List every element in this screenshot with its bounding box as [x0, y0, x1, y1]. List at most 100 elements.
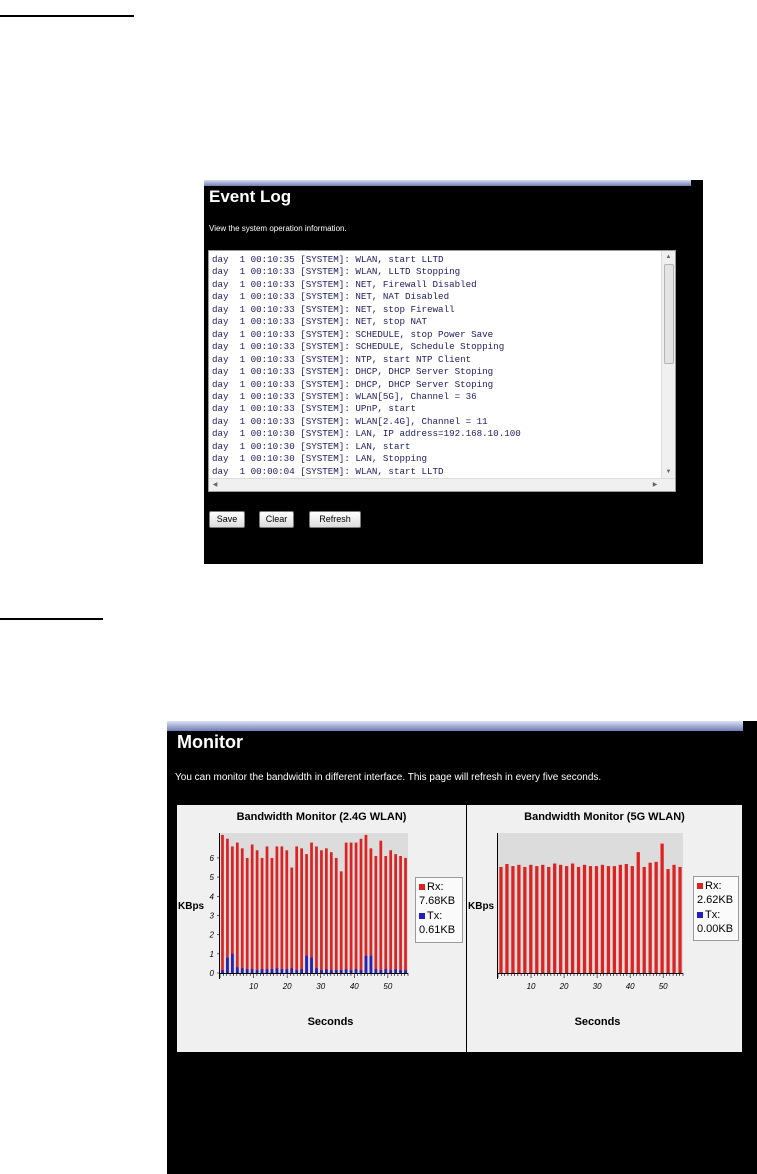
- tx-bar: [325, 969, 328, 973]
- tx-bar: [305, 955, 308, 973]
- rx-bar: [666, 869, 670, 973]
- rx-bar: [320, 850, 323, 973]
- rx-bar: [588, 866, 593, 973]
- section-underline-middle: [0, 618, 103, 620]
- rx-bar: [374, 856, 378, 973]
- vertical-scrollbar[interactable]: ▲ ▼: [661, 251, 675, 478]
- tx-bar: [349, 970, 353, 973]
- scroll-thumb[interactable]: [664, 264, 674, 364]
- page-title: Event Log: [209, 187, 292, 206]
- rx-bar: [541, 864, 545, 973]
- x-tick-label: 10: [249, 982, 258, 991]
- save-button[interactable]: Save: [209, 511, 245, 528]
- rx-bar: [660, 843, 664, 973]
- rx-bar: [344, 842, 348, 973]
- tx-swatch: [697, 912, 703, 919]
- tx-bar: [231, 953, 234, 973]
- y-tick-label: 1: [210, 950, 214, 959]
- y-axis-label: KBps: [178, 901, 205, 912]
- rx-bar: [349, 842, 353, 973]
- clear-button[interactable]: Clear: [259, 511, 294, 528]
- tx-bar: [399, 970, 402, 973]
- event-log-textarea[interactable]: day 1 00:10:35 [SYSTEM]: WLAN, start LLT…: [208, 250, 676, 492]
- rx-bar: [285, 850, 289, 973]
- tx-bar: [290, 968, 294, 973]
- rx-swatch: [697, 883, 703, 890]
- rx-bar: [240, 848, 244, 973]
- scroll-right-icon[interactable]: ▶: [649, 479, 661, 491]
- tx-bar: [389, 970, 393, 973]
- page-description: View the system operation information.: [209, 224, 347, 233]
- scroll-left-icon[interactable]: ◀: [209, 479, 221, 491]
- rx-bar: [359, 838, 363, 973]
- chart-legend: Rx: 2.62KB Tx: 0.00KB: [693, 876, 739, 941]
- tx-bar: [240, 968, 244, 973]
- rx-bar: [384, 856, 388, 973]
- rx-bar: [523, 866, 527, 973]
- panel-header-bar: [167, 721, 743, 731]
- scroll-up-icon[interactable]: ▲: [662, 251, 675, 263]
- rx-bar: [404, 857, 407, 973]
- x-tick-label: 10: [527, 982, 536, 991]
- tx-bar: [265, 969, 269, 973]
- tx-bar: [260, 969, 264, 973]
- rx-bar: [334, 857, 338, 973]
- rx-bar: [505, 863, 509, 973]
- legend-tx-value: 0.00KB: [697, 923, 734, 935]
- x-axis-label: Seconds: [307, 1016, 354, 1028]
- legend-rx-value: 7.68KB: [419, 895, 456, 907]
- rx-bar: [235, 842, 239, 973]
- tx-bar: [379, 970, 383, 973]
- x-tick-label: 20: [282, 982, 292, 991]
- page-title: Monitor: [177, 732, 243, 752]
- rx-bar: [394, 854, 397, 973]
- y-axis-label: KBps: [468, 901, 495, 912]
- log-lines: day 1 00:10:35 [SYSTEM]: WLAN, start LLT…: [212, 254, 521, 477]
- rx-bar: [369, 848, 373, 973]
- rx-bar: [582, 864, 587, 973]
- tx-bar: [235, 967, 239, 973]
- tx-bar: [226, 957, 229, 973]
- rx-bar: [270, 857, 274, 973]
- legend-tx-label: Tx:: [427, 910, 443, 922]
- rx-bar: [354, 842, 358, 973]
- horizontal-scrollbar[interactable]: ◀ ▶: [209, 478, 675, 491]
- rx-bar: [300, 848, 303, 973]
- rx-bar: [636, 852, 640, 973]
- rx-bar: [255, 850, 259, 973]
- tx-bar: [300, 969, 303, 973]
- y-tick-label: 5: [210, 873, 215, 882]
- tx-bar: [354, 969, 358, 973]
- rx-bar: [630, 866, 634, 973]
- tx-bar: [339, 970, 343, 973]
- rx-bar: [654, 861, 658, 973]
- scroll-down-icon[interactable]: ▼: [662, 466, 675, 478]
- tx-bar: [334, 970, 338, 973]
- x-tick-label: 30: [316, 982, 325, 991]
- rx-bar: [517, 864, 521, 973]
- rx-bar: [600, 864, 605, 973]
- rx-bar: [624, 863, 628, 973]
- rx-bar: [315, 846, 318, 973]
- legend-rx-value: 2.62KB: [697, 894, 734, 906]
- rx-bar: [559, 864, 563, 973]
- rx-bar: [250, 844, 254, 973]
- rx-bar: [606, 866, 611, 973]
- rx-bar: [280, 846, 284, 973]
- tx-bar: [394, 969, 397, 973]
- rx-bar: [564, 866, 569, 973]
- refresh-button[interactable]: Refresh: [309, 511, 361, 528]
- rx-bar: [325, 848, 328, 973]
- chart-legend: Rx: 7.68KB Tx: 0.61KB: [415, 877, 463, 943]
- rx-bar: [576, 866, 581, 973]
- rx-bar: [364, 834, 368, 973]
- x-axis-label: Seconds: [574, 1016, 621, 1028]
- panel-header-bar: [204, 180, 691, 186]
- event-log-panel: Event Log View the system operation info…: [204, 180, 703, 564]
- y-tick-label: 4: [210, 892, 215, 901]
- rx-bar: [260, 857, 264, 973]
- rx-bar: [295, 846, 299, 973]
- rx-bar: [547, 866, 551, 973]
- tx-bar: [384, 969, 388, 973]
- tx-bar: [310, 957, 313, 973]
